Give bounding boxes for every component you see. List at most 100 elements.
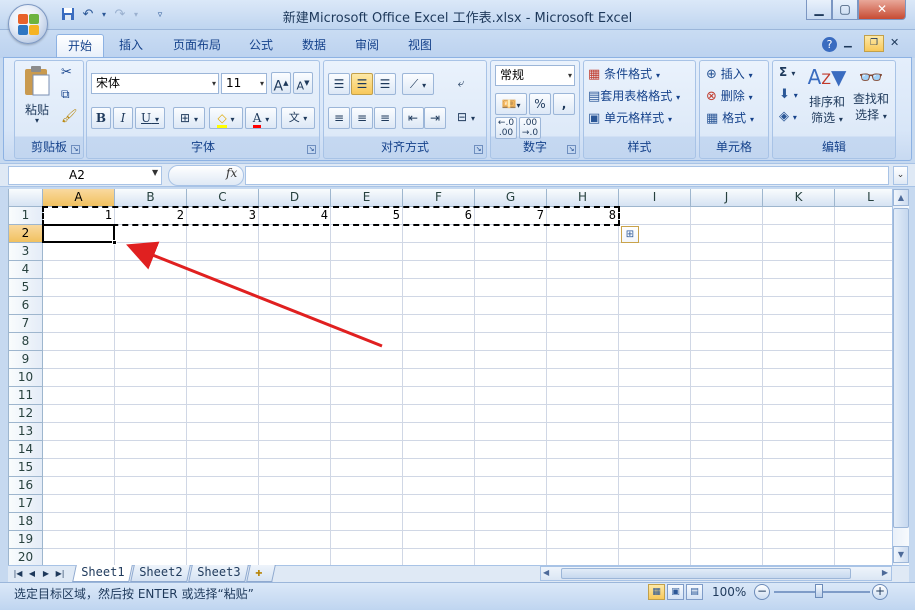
cell-h15[interactable] [547,459,619,477]
cell-j5[interactable] [691,279,763,297]
clipboard-launcher-icon[interactable]: ↘ [71,145,80,154]
align-middle-button[interactable]: ☰ [351,73,373,95]
bold-button[interactable]: B [91,107,111,129]
cell-c11[interactable] [187,387,259,405]
tab-view[interactable]: 视图 [397,34,443,58]
cell-j7[interactable] [691,315,763,333]
column-header-j[interactable]: J [691,189,763,207]
cell-k19[interactable] [763,531,835,549]
cell-j18[interactable] [691,513,763,531]
cell-b11[interactable] [115,387,187,405]
cell-h3[interactable] [547,243,619,261]
fill-color-button[interactable]: ◇ ▾ [209,107,243,129]
row-header-18[interactable]: 18 [9,513,43,531]
cell-k18[interactable] [763,513,835,531]
cell-b14[interactable] [115,441,187,459]
cell-l2[interactable] [835,225,892,243]
cell-f3[interactable] [403,243,475,261]
cell-i7[interactable] [619,315,691,333]
cell-l7[interactable] [835,315,892,333]
column-header-k[interactable]: K [763,189,835,207]
sheet-tab-sheet3[interactable]: Sheet3 [188,565,250,582]
row-header-19[interactable]: 19 [9,531,43,549]
cell-i18[interactable] [619,513,691,531]
cell-k17[interactable] [763,495,835,513]
autosum-button[interactable]: Σ ▾ [779,65,795,79]
page-break-view-icon[interactable]: ▤ [686,584,703,600]
wrap-text-button[interactable]: ⤶ [450,73,472,95]
cell-a20[interactable] [43,549,115,565]
cell-f20[interactable] [403,549,475,565]
cell-c1[interactable]: 3 [187,207,259,225]
tab-review[interactable]: 审阅 [344,34,390,58]
cell-e15[interactable] [331,459,403,477]
close-button[interactable]: ✕ [858,0,906,20]
scroll-left-icon[interactable]: ◀ [543,568,549,577]
cell-c7[interactable] [187,315,259,333]
zoom-in-icon[interactable]: + [872,584,888,600]
scroll-down-icon[interactable]: ▼ [893,546,909,563]
cell-a11[interactable] [43,387,115,405]
cell-f16[interactable] [403,477,475,495]
prev-sheet-icon[interactable]: ◀ [26,567,38,580]
increase-decimal-button[interactable]: ←.0.00 [495,117,517,139]
cell-c2[interactable] [187,225,259,243]
cell-b16[interactable] [115,477,187,495]
cell-j20[interactable] [691,549,763,565]
cell-d1[interactable]: 4 [259,207,331,225]
cell-b13[interactable] [115,423,187,441]
percent-style-button[interactable]: % [529,93,551,115]
cell-h19[interactable] [547,531,619,549]
cell-i13[interactable] [619,423,691,441]
cell-f12[interactable] [403,405,475,423]
cell-g10[interactable] [475,369,547,387]
cell-e19[interactable] [331,531,403,549]
cell-k20[interactable] [763,549,835,565]
insert-sheet-button[interactable]: ✚ [246,565,276,582]
cell-g2[interactable] [475,225,547,243]
cell-g6[interactable] [475,297,547,315]
cell-g17[interactable] [475,495,547,513]
cell-d12[interactable] [259,405,331,423]
sheet-tab-sheet1[interactable]: Sheet1 [72,565,134,582]
vertical-scroll-thumb[interactable] [893,208,909,528]
cell-c17[interactable] [187,495,259,513]
cell-b19[interactable] [115,531,187,549]
cell-c3[interactable] [187,243,259,261]
cell-j11[interactable] [691,387,763,405]
cell-b6[interactable] [115,297,187,315]
orientation-button[interactable]: ⟋ ▾ [402,73,434,95]
cell-a10[interactable] [43,369,115,387]
font-size-combo[interactable]: 11 ▾ [221,73,267,94]
cell-f7[interactable] [403,315,475,333]
number-launcher-icon[interactable]: ↘ [567,145,576,154]
cell-g1[interactable]: 7 [475,207,547,225]
cell-e14[interactable] [331,441,403,459]
cell-e1[interactable]: 5 [331,207,403,225]
cell-l12[interactable] [835,405,892,423]
sort-filter-button[interactable]: AZ▼ 排序和 筛选 ▾ [807,63,847,135]
column-header-i[interactable]: I [619,189,691,207]
cell-c16[interactable] [187,477,259,495]
name-box[interactable]: A2 [8,166,162,185]
cell-f10[interactable] [403,369,475,387]
cell-k2[interactable] [763,225,835,243]
italic-button[interactable]: I [113,107,133,129]
close-workbook-icon[interactable]: ✕ [890,36,899,49]
row-header-9[interactable]: 9 [9,351,43,369]
cell-c5[interactable] [187,279,259,297]
cell-h18[interactable] [547,513,619,531]
cell-h11[interactable] [547,387,619,405]
cell-f11[interactable] [403,387,475,405]
cell-j17[interactable] [691,495,763,513]
ribbon-minimize-icon[interactable]: ▁ [844,37,852,48]
cell-e3[interactable] [331,243,403,261]
cell-i11[interactable] [619,387,691,405]
cell-f18[interactable] [403,513,475,531]
cell-g7[interactable] [475,315,547,333]
page-layout-view-icon[interactable]: ▣ [667,584,684,600]
cell-i4[interactable] [619,261,691,279]
cell-f9[interactable] [403,351,475,369]
column-header-l[interactable]: L [835,189,892,207]
cell-h1[interactable]: 8 [547,207,619,225]
